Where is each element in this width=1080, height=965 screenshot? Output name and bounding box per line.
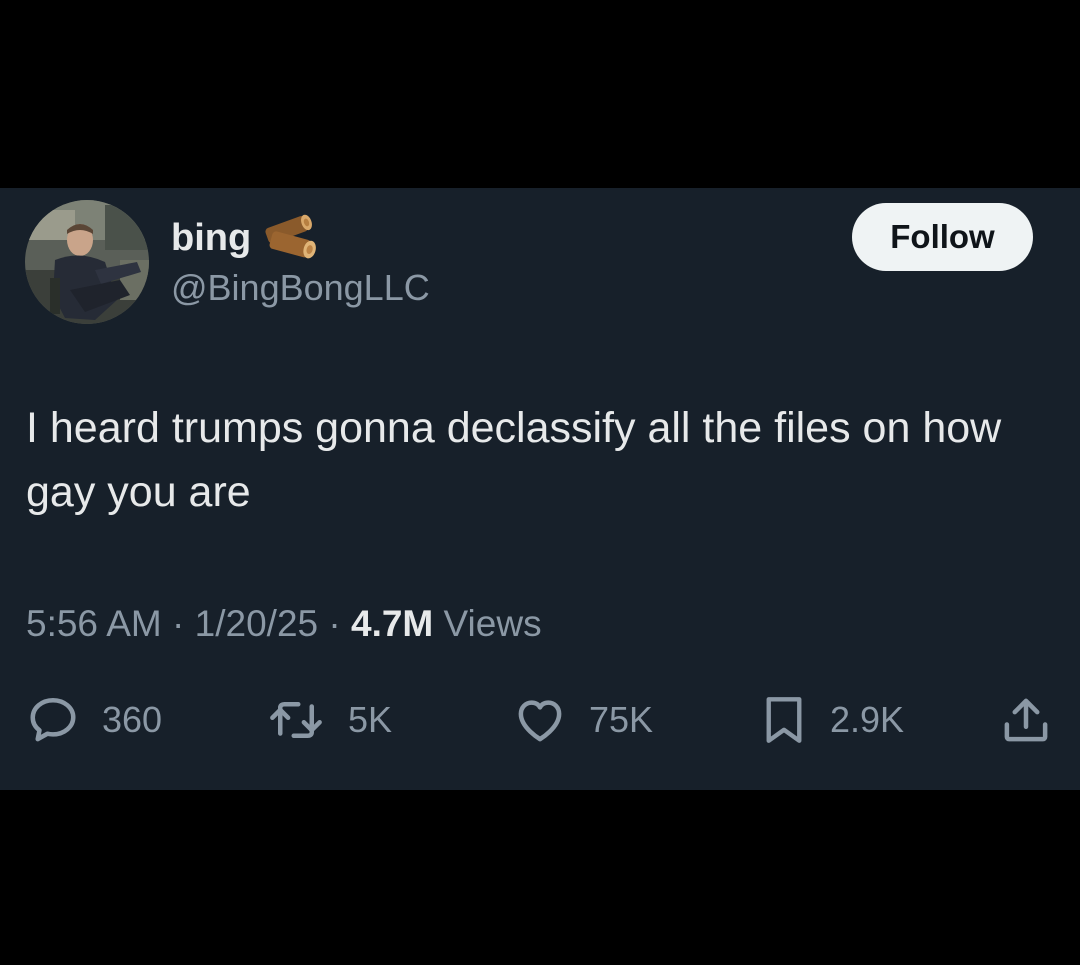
reply-button[interactable]: 360 xyxy=(26,692,162,748)
bookmark-count: 2.9K xyxy=(830,699,905,740)
retweet-count: 5K xyxy=(348,699,393,740)
author-name-row: bing xyxy=(171,212,325,264)
meta-separator: · xyxy=(328,603,341,644)
heart-icon xyxy=(518,700,562,742)
share-button[interactable] xyxy=(999,692,1053,748)
bookmark-button[interactable]: 2.9K xyxy=(760,692,904,748)
avatar[interactable] xyxy=(25,200,149,324)
views-count: 4.7M xyxy=(351,603,434,644)
tweet-time[interactable]: 5:56 AM xyxy=(26,603,162,644)
follow-button[interactable]: Follow xyxy=(852,203,1033,271)
author-display-name[interactable]: bing xyxy=(171,216,251,260)
avatar-image xyxy=(25,200,149,324)
tweet-text: I heard trumps gonna declassify all the … xyxy=(26,404,1002,516)
retweet-icon xyxy=(270,702,322,738)
bookmark-icon xyxy=(766,697,802,743)
wood-log-emoji-icon xyxy=(261,212,325,264)
meta-separator: · xyxy=(172,603,185,644)
reply-bubble-icon xyxy=(30,697,76,742)
retweet-button[interactable]: 5K xyxy=(266,692,392,748)
reply-count: 360 xyxy=(102,699,163,740)
like-count: 75K xyxy=(589,699,654,740)
views-label: Views xyxy=(443,603,542,644)
tweet-meta: 5:56 AM · 1/20/25 · 4.7M Views xyxy=(26,600,542,648)
author-handle[interactable]: @BingBongLLC xyxy=(171,266,430,310)
share-icon xyxy=(1004,698,1048,742)
like-button[interactable]: 75K xyxy=(513,692,653,748)
tweet-date[interactable]: 1/20/25 xyxy=(195,603,318,644)
